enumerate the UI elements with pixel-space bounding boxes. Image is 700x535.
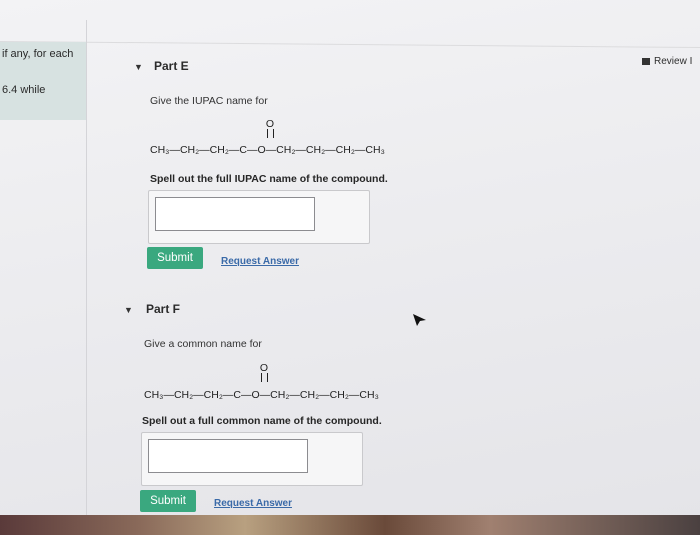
- part-e-caret-icon[interactable]: ▼: [134, 62, 143, 72]
- sidebar-text-1: if any, for each: [2, 48, 74, 60]
- page: if any, for each 6.4 while Review I ▼ Pa…: [0, 0, 700, 535]
- mouse-cursor-icon: [413, 314, 426, 326]
- part-e-formula-post: —O—CH₂—CH₂—CH₂—CH₃: [247, 144, 385, 156]
- sidebar-text-2: 6.4 while: [2, 84, 46, 96]
- part-e-carbonyl-o: O: [265, 118, 275, 130]
- bottom-edge-strip: [0, 515, 700, 535]
- part-f-request-answer-link[interactable]: Request Answer: [214, 498, 292, 509]
- part-e-answer-input[interactable]: [155, 197, 315, 231]
- review-label: Review I: [654, 56, 693, 67]
- part-f-answer-input[interactable]: [148, 439, 308, 473]
- part-f-prompt: Give a common name for: [144, 338, 262, 350]
- part-f-formula-post: —O—CH₂—CH₂—CH₂—CH₃: [241, 389, 379, 401]
- part-f-title[interactable]: Part F: [146, 302, 180, 316]
- part-f-caret-icon[interactable]: ▼: [124, 305, 133, 315]
- part-f-instruction: Spell out a full common name of the comp…: [142, 415, 382, 427]
- part-e-formula: CH₃—CH₂—CH₂—C—O—CH₂—CH₂—CH₂—CH₃: [150, 144, 385, 156]
- part-f-carbonyl-o: O: [259, 362, 269, 374]
- part-f-formula: CH₃—CH₂—CH₂—C—O—CH₂—CH₂—CH₂—CH₃: [144, 389, 379, 401]
- part-e-title[interactable]: Part E: [154, 59, 189, 73]
- top-divider: [0, 40, 700, 49]
- part-e-carbonyl: O: [264, 119, 276, 138]
- panel-divider: [86, 20, 87, 535]
- part-e-prompt: Give the IUPAC name for: [150, 95, 268, 107]
- part-f-formula-pre: CH₃—CH₂—CH₂—C: [144, 389, 242, 401]
- part-f-double-bond: [260, 373, 268, 382]
- part-e-submit-button[interactable]: Submit: [147, 247, 203, 269]
- part-e-instruction: Spell out the full IUPAC name of the com…: [150, 173, 388, 185]
- part-f-submit-button[interactable]: Submit: [140, 490, 196, 512]
- review-icon: [642, 57, 650, 65]
- part-e-formula-pre: CH₃—CH₂—CH₂—C: [150, 144, 248, 156]
- part-e-double-bond: [266, 129, 274, 138]
- part-e-request-answer-link[interactable]: Request Answer: [221, 256, 299, 267]
- part-f-carbonyl: O: [258, 363, 270, 382]
- review-link[interactable]: Review I: [642, 56, 692, 67]
